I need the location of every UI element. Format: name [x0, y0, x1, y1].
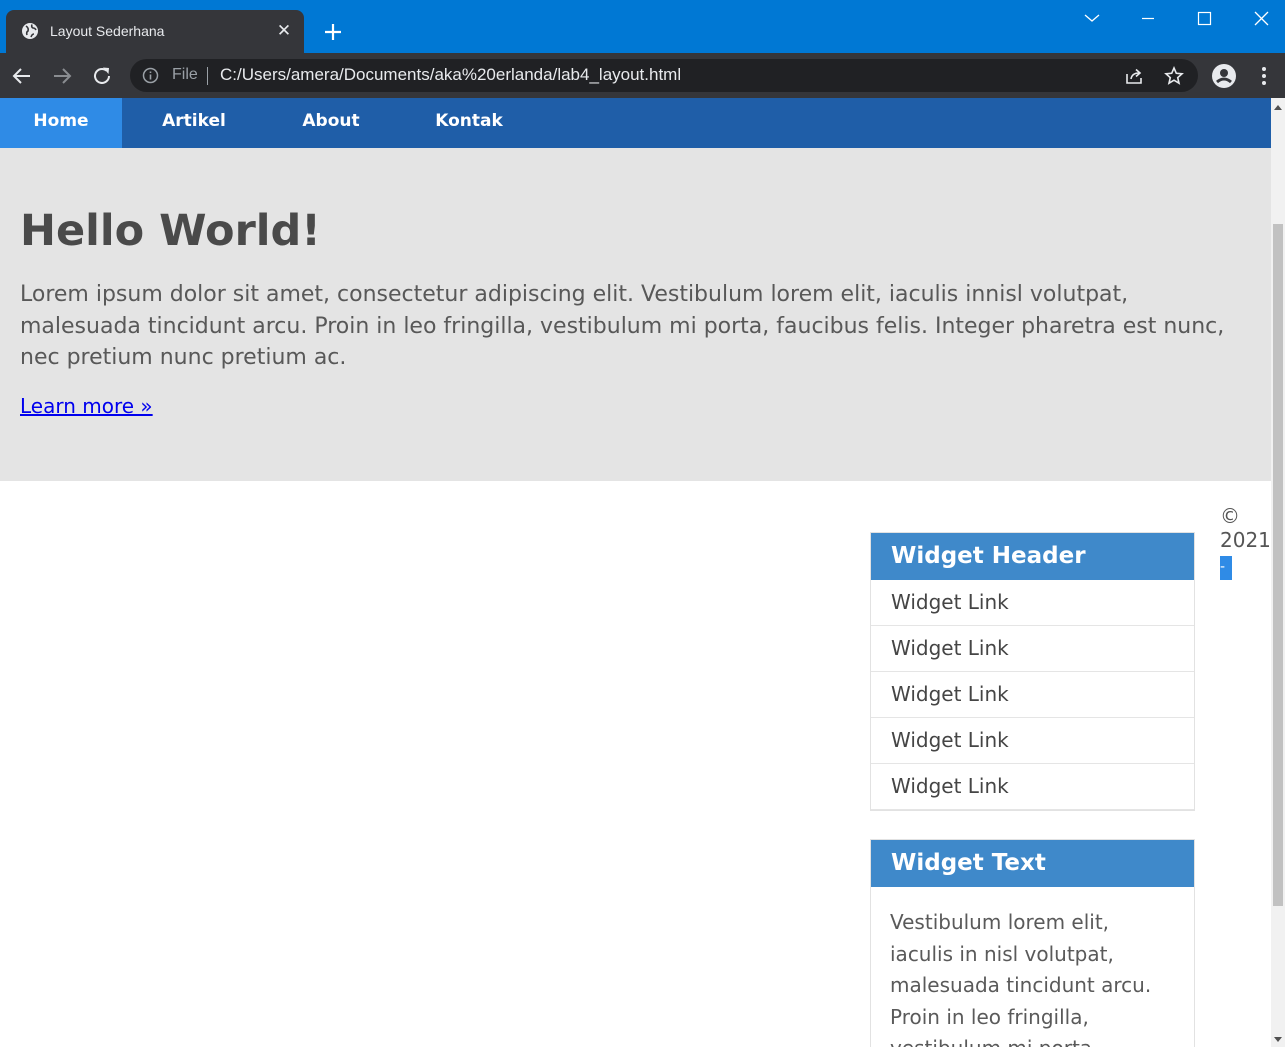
reload-icon[interactable]: [89, 63, 115, 89]
browser-tab[interactable]: Layout Sederhana ✕: [6, 10, 304, 53]
widget-link[interactable]: Widget Link: [871, 580, 1194, 626]
site-navbar: Home Artikel About Kontak: [0, 98, 1271, 148]
chevron-down-icon[interactable]: [1072, 6, 1112, 32]
scroll-thumb[interactable]: [1273, 224, 1283, 906]
tab-title: Layout Sederhana: [50, 23, 165, 39]
maximize-icon[interactable]: [1184, 6, 1224, 32]
new-tab-plus-icon[interactable]: [320, 19, 346, 45]
widget-text-body: Vestibulum lorem elit, iaculis in nisl v…: [890, 910, 1152, 1047]
nav-item-kontak[interactable]: Kontak: [396, 98, 542, 148]
widget-text-title: Widget Text: [871, 840, 1194, 887]
address-separator: [207, 67, 208, 85]
browser-toolbar: File C:/Users/amera/Documents/aka%20erla…: [0, 53, 1285, 98]
info-icon[interactable]: [142, 67, 159, 84]
widget-links: Widget Header Widget Link Widget Link Wi…: [870, 532, 1195, 811]
address-bar[interactable]: File C:/Users/amera/Documents/aka%20erla…: [130, 59, 1198, 92]
widget-text: Widget Text Vestibulum lorem elit, iacul…: [870, 839, 1195, 1047]
widget-link[interactable]: Widget Link: [871, 672, 1194, 718]
nav-item-home[interactable]: Home: [0, 98, 122, 148]
widget-header-title: Widget Header: [871, 533, 1194, 580]
footer-copyright: © 2021 -: [1220, 504, 1271, 580]
star-icon[interactable]: [1164, 66, 1184, 86]
share-icon[interactable]: [1124, 66, 1144, 86]
widget-link[interactable]: Widget Link: [871, 718, 1194, 764]
hero-title: Hello World!: [20, 206, 321, 256]
widget-link[interactable]: Widget Link: [871, 764, 1194, 810]
copyright-text: © 2021: [1220, 504, 1271, 552]
hero-section: Hello World! Lorem ipsum dolor sit amet,…: [0, 148, 1271, 481]
nav-item-about[interactable]: About: [266, 98, 396, 148]
nav-item-artikel[interactable]: Artikel: [122, 98, 266, 148]
page-scrollbar[interactable]: [1271, 98, 1285, 1047]
widget-link[interactable]: Widget Link: [871, 626, 1194, 672]
globe-icon: [22, 23, 38, 39]
learn-more-link[interactable]: Learn more »: [20, 394, 153, 418]
back-arrow-icon[interactable]: [9, 63, 35, 89]
minimize-icon[interactable]: [1128, 6, 1168, 32]
more-menu-icon[interactable]: [1251, 63, 1277, 89]
url-text[interactable]: C:/Users/amera/Documents/aka%20erlanda/l…: [220, 65, 681, 85]
forward-arrow-icon[interactable]: [49, 63, 75, 89]
scroll-up-arrow-icon[interactable]: [1274, 104, 1282, 112]
page-viewport: Home Artikel About Kontak Hello World! L…: [0, 98, 1271, 1047]
close-tab-icon[interactable]: ✕: [274, 21, 294, 41]
scroll-down-arrow-icon[interactable]: [1274, 1035, 1282, 1043]
hero-text: Lorem ipsum dolor sit amet, consectetur …: [20, 282, 1225, 370]
close-window-icon[interactable]: [1242, 6, 1282, 32]
scheme-label: File: [172, 66, 198, 83]
profile-avatar-icon[interactable]: [1211, 63, 1237, 89]
footer-selection-mark: -: [1220, 556, 1232, 580]
browser-title-bar: Layout Sederhana ✕: [0, 0, 1285, 53]
